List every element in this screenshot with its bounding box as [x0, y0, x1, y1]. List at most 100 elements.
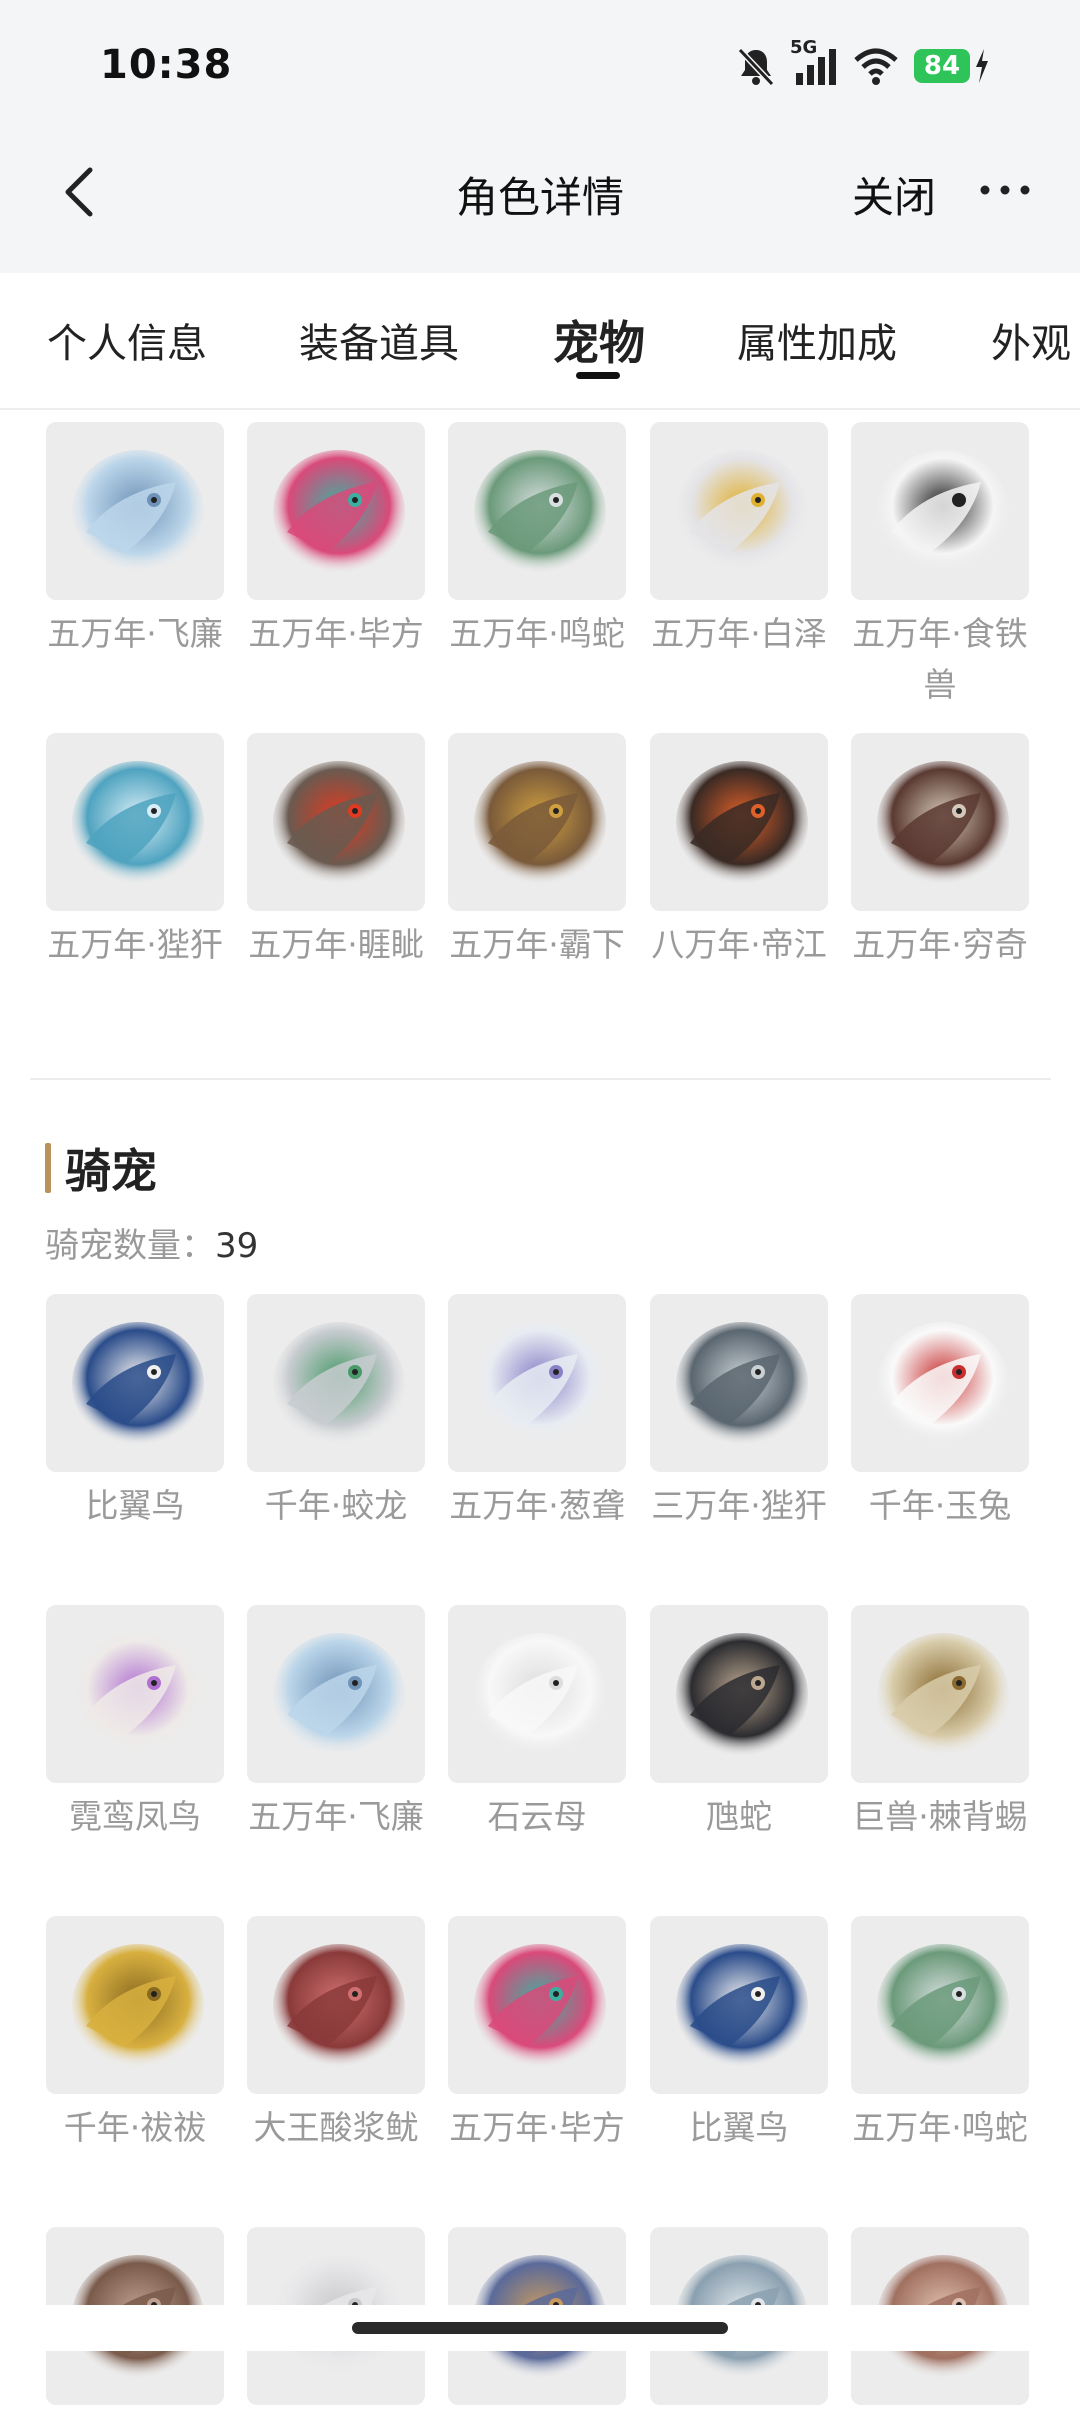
tab-appearance[interactable]: 外观 [991, 311, 1071, 369]
mount-tile[interactable]: 五万年·飞廉 [247, 1605, 425, 1842]
mount-tile[interactable]: 千年·蛟龙 [247, 1294, 425, 1531]
pet-tile[interactable]: 五万年·毕方 [247, 422, 425, 659]
pet-tile[interactable]: 五万年·食铁兽 [851, 422, 1029, 710]
pet-thumbnail [46, 422, 224, 600]
tab-equipment[interactable]: 装备道具 [299, 311, 459, 369]
creature-portrait-icon [273, 1944, 405, 2068]
mount-thumbnail [247, 1294, 425, 1472]
mount-thumbnail [247, 1916, 425, 2094]
pet-thumbnail [247, 733, 425, 911]
mount-tile[interactable]: 比翼鸟 [650, 1916, 828, 2153]
pet-tile[interactable]: 五万年·飞廉 [46, 422, 224, 659]
mount-tile[interactable]: 石云母 [448, 1605, 626, 1842]
active-tab-indicator [576, 372, 620, 379]
mount-tile[interactable]: 比翼鸟 [46, 1294, 224, 1531]
pet-label: 五万年·霸下 [449, 925, 625, 964]
status-time: 10:38 [100, 42, 233, 88]
pet-tile[interactable]: 五万年·穷奇 [851, 733, 1029, 970]
mount-label: 比翼鸟 [85, 1486, 185, 1525]
silent-bell-icon [734, 44, 778, 88]
pet-label: 八万年·帝江 [651, 925, 827, 964]
pet-tile[interactable]: 五万年·鸣蛇 [448, 422, 626, 659]
home-indicator[interactable] [352, 2322, 728, 2334]
tab-personal-info[interactable]: 个人信息 [47, 311, 207, 369]
cellular-signal-icon: 5G [790, 37, 838, 87]
mount-thumbnail [851, 1605, 1029, 1783]
creature-portrait-icon [877, 1944, 1009, 2068]
creature-portrait-icon [273, 761, 405, 885]
pet-thumbnail [448, 422, 626, 600]
pet-thumbnail [46, 733, 224, 911]
mount-label: 千年·蛟龙 [264, 1486, 408, 1525]
creature-portrait-icon [474, 1322, 606, 1446]
section-divider [30, 1078, 1051, 1080]
mount-tile[interactable]: 大王酸浆鱿 [247, 1916, 425, 2153]
pet-tile[interactable]: 五万年·白泽 [650, 422, 828, 659]
mount-label: 五万年·葱聋 [449, 1486, 625, 1525]
pet-label: 五万年·睚眦 [248, 925, 424, 964]
pet-thumbnail [247, 422, 425, 600]
mount-tile[interactable]: 千年·玉兔 [851, 1294, 1029, 1531]
mount-label: 大王酸浆鱿 [253, 2108, 419, 2147]
pet-tile[interactable]: 八万年·帝江 [650, 733, 828, 970]
mount-thumbnail [851, 1294, 1029, 1472]
pet-thumbnail [650, 422, 828, 600]
mount-thumbnail [650, 1916, 828, 2094]
mount-tile[interactable]: 三万年·狴犴 [650, 1294, 828, 1531]
more-button[interactable] [975, 170, 1035, 210]
mount-thumbnail [247, 1605, 425, 1783]
tab-attribute-bonus[interactable]: 属性加成 [737, 311, 897, 369]
creature-portrait-icon [877, 450, 1009, 574]
creature-portrait-icon [676, 450, 808, 574]
mount-label: 虺蛇 [706, 1797, 772, 1836]
mount-thumbnail [46, 1605, 224, 1783]
pet-label: 五万年·白泽 [651, 614, 827, 653]
mount-tile[interactable]: 五万年·毕方 [448, 1916, 626, 2153]
pet-thumbnail [650, 733, 828, 911]
mount-thumbnail [851, 1916, 1029, 2094]
battery-indicator: 84 [914, 49, 990, 83]
tab-pets[interactable]: 宠物 [553, 307, 645, 373]
creature-portrait-icon [273, 450, 405, 574]
mount-count: 骑宠数量：39 [45, 1218, 258, 1267]
mount-thumbnail [46, 1916, 224, 2094]
mount-count-label: 骑宠数量： [45, 1226, 215, 1266]
pet-tile[interactable]: 五万年·睚眦 [247, 733, 425, 970]
mount-thumbnail [650, 1294, 828, 1472]
mount-label: 千年·祓祓 [63, 2108, 207, 2147]
pet-label: 五万年·食铁兽 [852, 614, 1028, 704]
mount-label: 巨兽·棘背蜴 [852, 1797, 1028, 1836]
creature-portrait-icon [676, 1944, 808, 2068]
pet-thumbnail [448, 733, 626, 911]
pet-thumbnail [851, 733, 1029, 911]
mount-label: 五万年·飞廉 [248, 1797, 424, 1836]
mount-tile[interactable]: 霓鸾凤鸟 [46, 1605, 224, 1842]
mount-thumbnail [448, 1605, 626, 1783]
mount-thumbnail [448, 1294, 626, 1472]
creature-portrait-icon [474, 1944, 606, 2068]
mount-tile[interactable]: 五万年·鸣蛇 [851, 1916, 1029, 2153]
mount-tile[interactable]: 虺蛇 [650, 1605, 828, 1842]
pet-label: 五万年·狴犴 [47, 925, 223, 964]
close-button[interactable]: 关闭 [852, 164, 936, 225]
pet-thumbnail [851, 422, 1029, 600]
pet-tile[interactable]: 五万年·狴犴 [46, 733, 224, 970]
more-dots-icon [980, 185, 1030, 195]
mount-count-value: 39 [215, 1226, 259, 1266]
pet-tile[interactable]: 五万年·霸下 [448, 733, 626, 970]
creature-portrait-icon [273, 1322, 405, 1446]
mount-label: 石云母 [487, 1797, 587, 1836]
mount-label: 五万年·毕方 [449, 2108, 625, 2147]
creature-portrait-icon [273, 1633, 405, 1757]
mount-tile[interactable]: 五万年·葱聋 [448, 1294, 626, 1531]
mount-tile[interactable]: 千年·祓祓 [46, 1916, 224, 2153]
creature-portrait-icon [474, 450, 606, 574]
battery-level: 84 [914, 49, 970, 83]
creature-portrait-icon [72, 1322, 204, 1446]
mount-tile[interactable]: 巨兽·棘背蜴 [851, 1605, 1029, 1842]
mount-label: 五万年·鸣蛇 [852, 2108, 1028, 2147]
mount-label: 千年·玉兔 [868, 1486, 1012, 1525]
creature-portrait-icon [676, 1322, 808, 1446]
section-accent-bar [45, 1143, 51, 1193]
creature-portrait-icon [474, 761, 606, 885]
